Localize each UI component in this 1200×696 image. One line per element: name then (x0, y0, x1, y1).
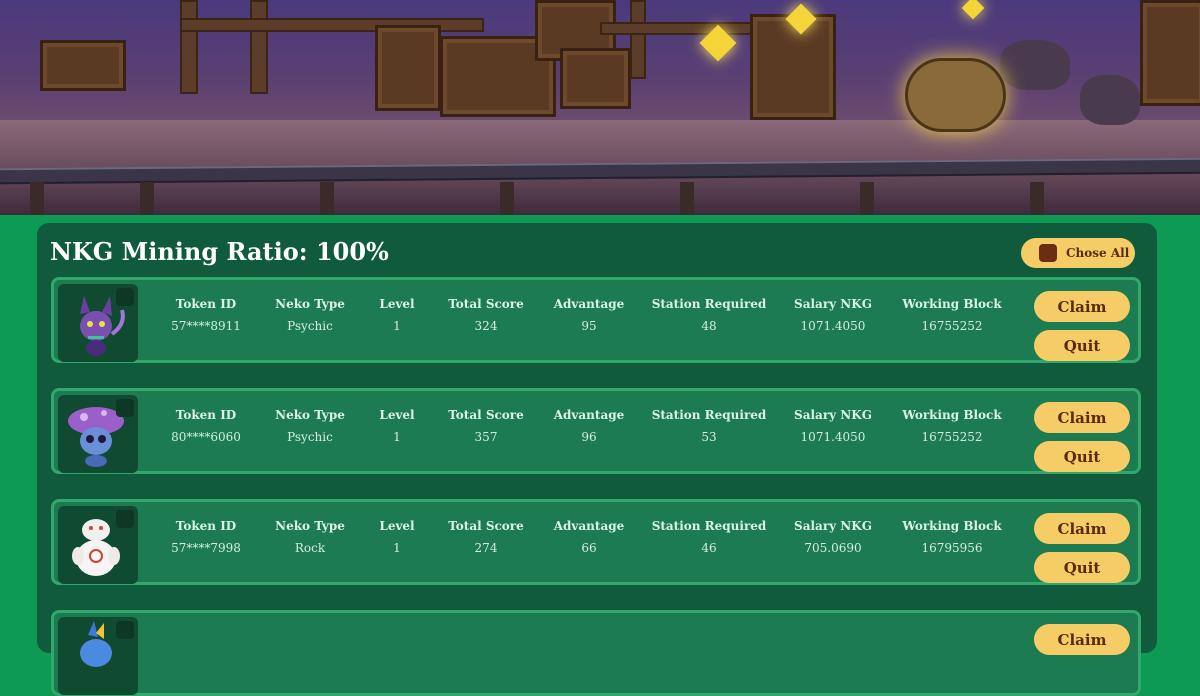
neko-row: Claim (51, 610, 1141, 696)
station-required-value: 48 (701, 319, 717, 333)
advantage-value: 96 (581, 430, 597, 444)
crate (1140, 0, 1200, 106)
neko-row: Token ID 57****8911 Neko Type Psychic Leve… (51, 277, 1141, 363)
advantage-header: Advantage (553, 408, 625, 422)
rail-sleeper (30, 182, 44, 215)
crate (375, 25, 441, 111)
working-block-value: 16795956 (921, 541, 983, 555)
gold-crystal (961, 0, 985, 20)
working-block-value: 16755252 (921, 319, 983, 333)
working-block-value: 16755252 (921, 430, 983, 444)
station-required-cell: Station Required 48 (644, 297, 774, 333)
neko-avatar (58, 395, 138, 473)
salary-nkg-cell: Salary NKG 705.0690 (768, 519, 898, 555)
select-checkbox[interactable] (116, 399, 134, 417)
checkbox-icon (1039, 244, 1057, 262)
mining-ratio-title: NKG Mining Ratio: 100% (50, 237, 389, 266)
select-checkbox[interactable] (116, 510, 134, 528)
advantage-value: 95 (581, 319, 597, 333)
quit-button[interactable]: Quit (1034, 552, 1130, 583)
advantage-header: Advantage (553, 297, 625, 311)
salary-nkg-header: Salary NKG (794, 297, 872, 311)
neko-avatar (58, 284, 138, 362)
barrel (905, 58, 1006, 132)
station-required-cell: Station Required 53 (644, 408, 774, 444)
working-block-cell: Working Block 16795956 (887, 519, 1017, 555)
salary-nkg-cell: Salary NKG 1071.4050 (768, 408, 898, 444)
working-block-header: Working Block (902, 519, 1002, 533)
neko-avatar (58, 617, 138, 695)
fence-rail (600, 22, 774, 35)
salary-nkg-value: 705.0690 (804, 541, 862, 555)
rail-sleeper (860, 182, 874, 215)
mining-panel: NKG Mining Ratio: 100% Chose All Token I… (37, 223, 1157, 696)
salary-nkg-cell: Salary NKG 1071.4050 (768, 297, 898, 333)
rock (1000, 40, 1070, 90)
advantage-cell: Advantage 66 (524, 519, 654, 555)
neko-avatar (58, 506, 138, 584)
chose-all-button[interactable]: Chose All (1021, 238, 1135, 268)
rail-sleeper (500, 182, 514, 215)
rail-sleeper (1030, 182, 1044, 215)
working-block-cell: Working Block 16755252 (887, 297, 1017, 333)
salary-nkg-header: Salary NKG (794, 408, 872, 422)
salary-nkg-value: 1071.4050 (800, 430, 866, 444)
chose-all-label: Chose All (1066, 246, 1130, 260)
mine-scene-banner (0, 0, 1200, 215)
station-required-value: 46 (701, 541, 717, 555)
claim-button[interactable]: Claim (1034, 291, 1130, 322)
advantage-header: Advantage (553, 519, 625, 533)
neko-row: Token ID 57****7998 Neko Type Rock Level 1 … (51, 499, 1141, 585)
working-block-header: Working Block (902, 297, 1002, 311)
advantage-cell: Advantage 96 (524, 408, 654, 444)
station-required-value: 53 (701, 430, 717, 444)
claim-button[interactable]: Claim (1034, 513, 1130, 544)
claim-button[interactable]: Claim (1034, 624, 1130, 655)
rock (1080, 75, 1140, 125)
station-required-cell: Station Required 46 (644, 519, 774, 555)
advantage-cell: Advantage 95 (524, 297, 654, 333)
quit-button[interactable]: Quit (1034, 441, 1130, 472)
claim-button[interactable]: Claim (1034, 402, 1130, 433)
crate (560, 48, 631, 109)
neko-row: Token ID 80****6060 Neko Type Psychic Leve… (51, 388, 1141, 474)
rail-sleeper (680, 182, 694, 215)
fence-post (630, 0, 646, 79)
advantage-value: 66 (581, 541, 597, 555)
fence-post (250, 0, 268, 94)
quit-button[interactable]: Quit (1034, 330, 1130, 361)
working-block-header: Working Block (902, 408, 1002, 422)
crate (40, 40, 126, 91)
rail-sleeper (140, 182, 154, 215)
station-required-header: Station Required (651, 519, 767, 533)
select-checkbox[interactable] (116, 288, 134, 306)
salary-nkg-value: 1071.4050 (800, 319, 866, 333)
fence-post (180, 0, 198, 94)
rail-sleeper (320, 182, 334, 215)
cart (750, 14, 836, 120)
station-required-header: Station Required (651, 297, 767, 311)
salary-nkg-header: Salary NKG (794, 519, 872, 533)
station-required-header: Station Required (651, 408, 767, 422)
select-checkbox[interactable] (116, 621, 134, 639)
working-block-cell: Working Block 16755252 (887, 408, 1017, 444)
